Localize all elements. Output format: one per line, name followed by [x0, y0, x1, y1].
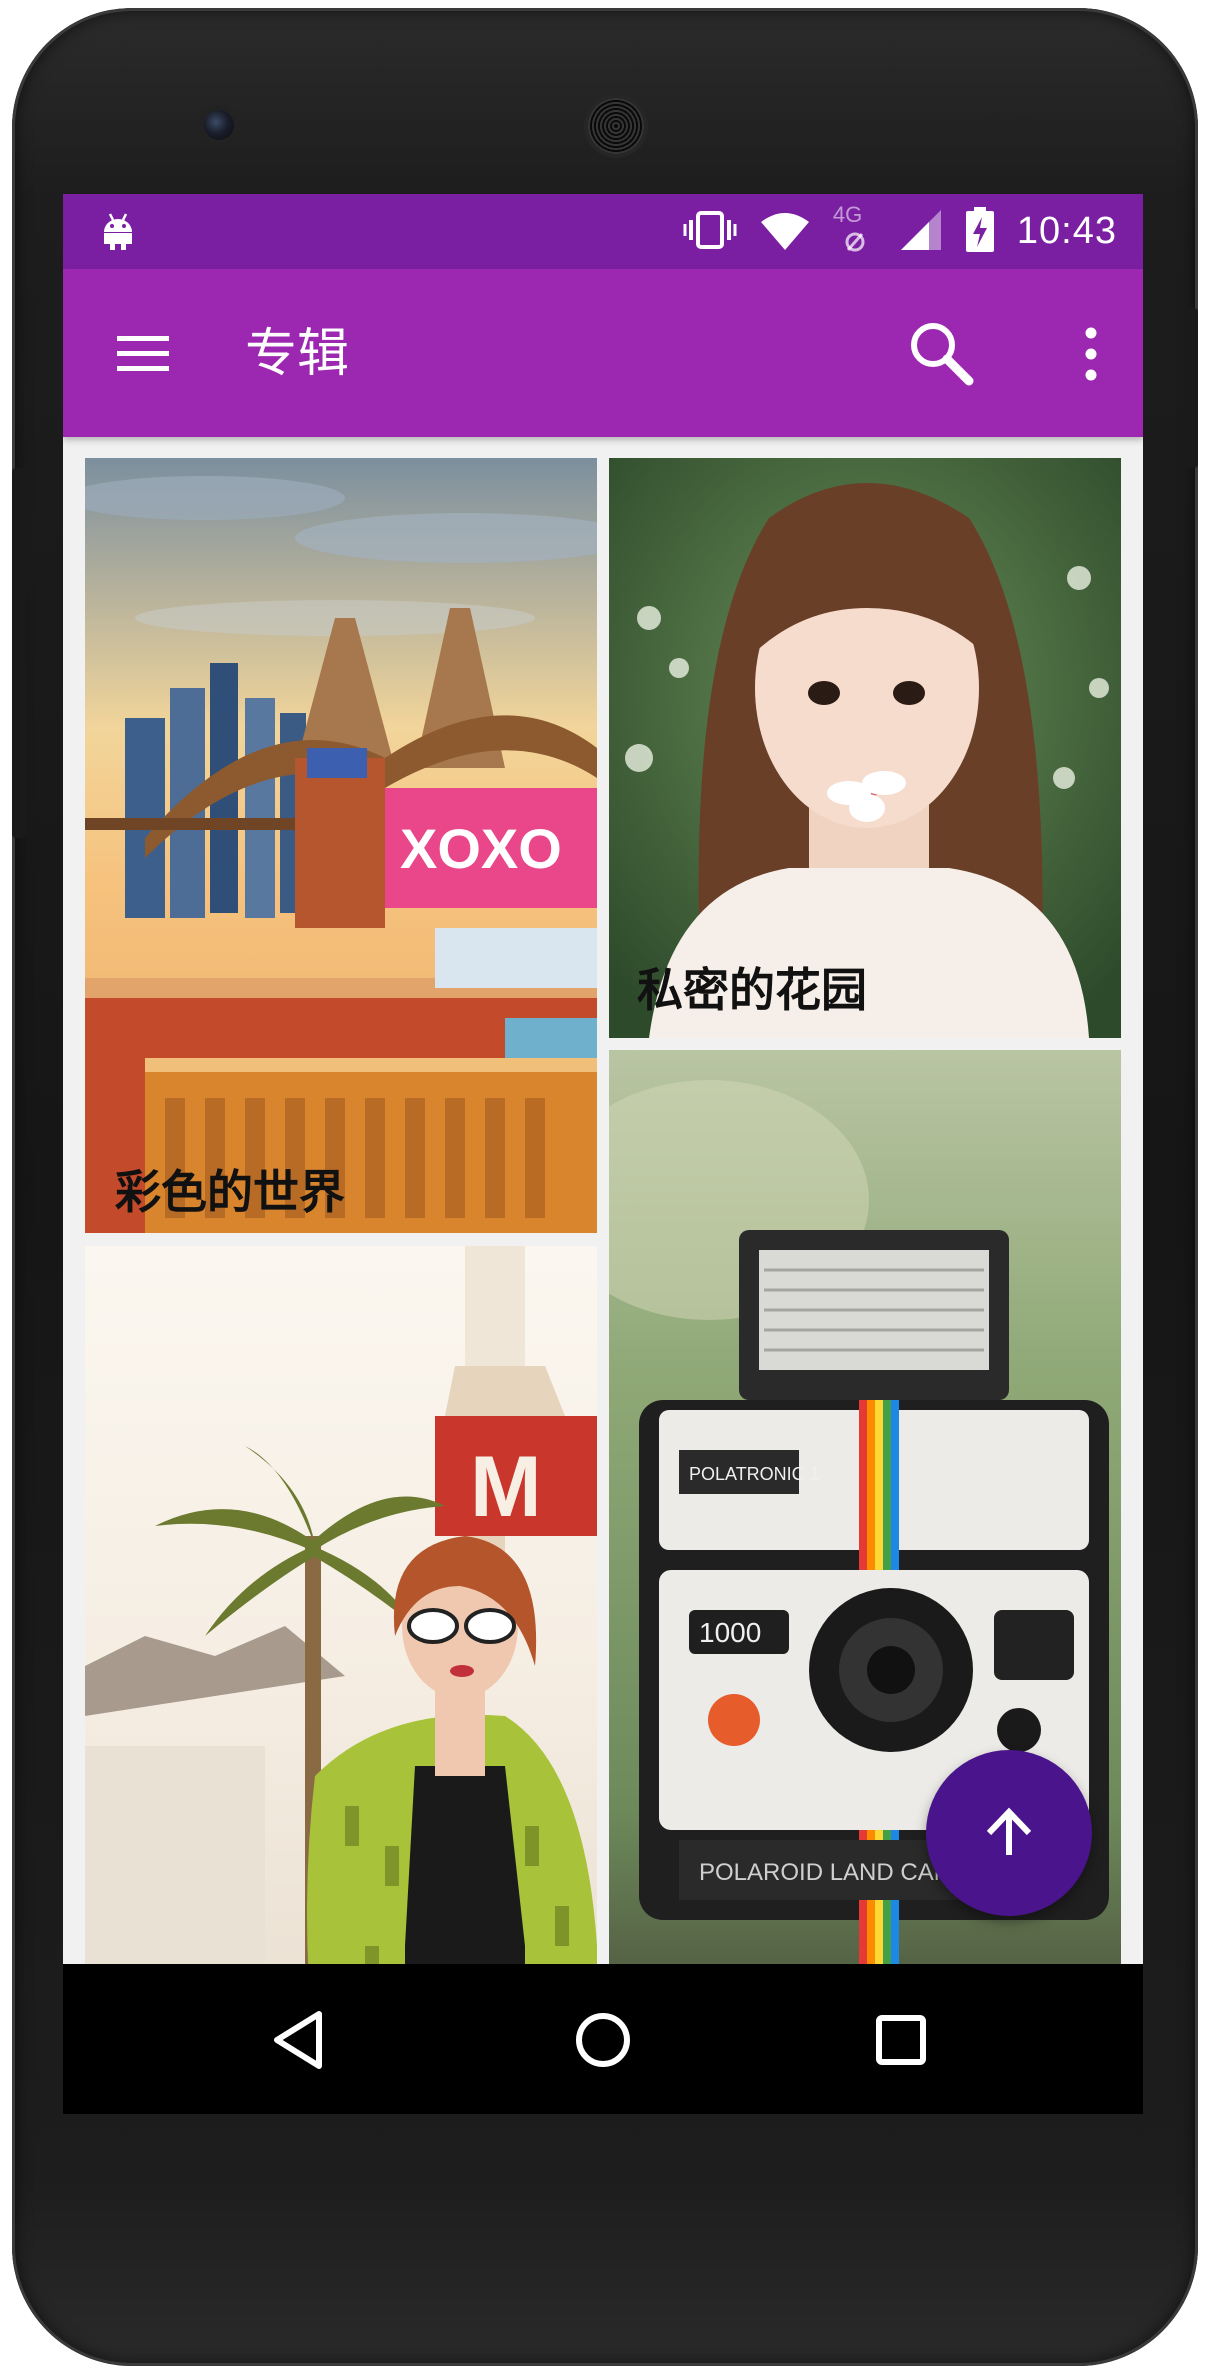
album-card[interactable]: 私密的花园 [609, 458, 1121, 1038]
back-icon [274, 2011, 322, 2069]
status-time: 10:43 [1016, 210, 1117, 252]
album-cover-portrait [609, 458, 1121, 1038]
battery-charging-icon [965, 206, 995, 257]
album-card[interactable]: XOXO 彩色的世界 [85, 458, 597, 1233]
svg-text:M: M [470, 1439, 542, 1535]
svg-text:XOXO: XOXO [400, 817, 562, 880]
app-toolbar: 专辑 [63, 269, 1143, 437]
proximity-sensor [980, 116, 998, 134]
search-button[interactable] [903, 315, 979, 391]
search-icon [911, 323, 974, 386]
home-button[interactable] [565, 2002, 641, 2078]
system-navigation-bar [63, 1964, 1143, 2114]
album-title: 私密的花园 [637, 963, 867, 1017]
more-options-button[interactable] [1063, 319, 1119, 389]
menu-button[interactable] [113, 324, 173, 384]
arrow-up-icon [986, 1807, 1032, 1855]
more-vert-icon [1085, 327, 1097, 381]
menu-icon [117, 336, 169, 371]
volume-button [12, 468, 26, 838]
recents-icon [876, 2015, 926, 2065]
album-cover-camera: POLATRONIC 1 1000 POLAROID LAND CAMERA [609, 1050, 1121, 2114]
scroll-to-top-button[interactable] [926, 1750, 1092, 1916]
app-screen: 4G 10:43 专辑 XOXO 彩色的世界 私密的花园 M POLATRONI… [63, 194, 1143, 2114]
earpiece-speaker [588, 98, 644, 154]
android-notification-icon [101, 210, 135, 256]
home-icon [576, 2013, 630, 2067]
album-card[interactable]: POLATRONIC 1 1000 POLAROID LAND CAMERA [609, 1050, 1121, 2114]
svg-text:POLATRONIC 1: POLATRONIC 1 [689, 1464, 820, 1484]
light-sensor [1014, 116, 1032, 134]
svg-text:1000: 1000 [699, 1617, 761, 1648]
mobile-data-off-icon: 4G [833, 202, 877, 262]
vibrate-icon [683, 210, 737, 254]
signal-icon [899, 208, 943, 256]
album-title: 彩色的世界 [115, 1165, 345, 1219]
album-cover-city: XOXO [85, 458, 597, 1233]
status-bar: 4G 10:43 [63, 194, 1143, 269]
front-camera [204, 110, 234, 140]
wifi-icon [759, 210, 811, 254]
toolbar-title: 专辑 [245, 324, 350, 384]
power-button [1184, 308, 1198, 468]
back-button[interactable] [263, 2002, 339, 2078]
recents-button[interactable] [863, 2002, 939, 2078]
